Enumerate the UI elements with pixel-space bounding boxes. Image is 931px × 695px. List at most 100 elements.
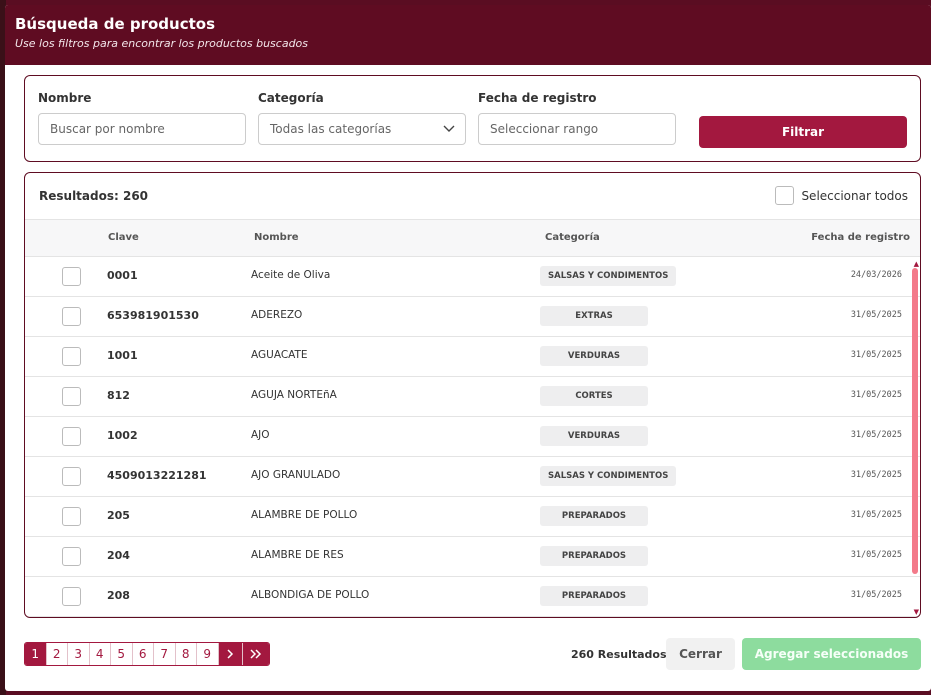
category-badge: PREPARADOS xyxy=(540,506,648,526)
cell-fecha: 31/05/2025 xyxy=(850,350,902,360)
cell-nombre: Aceite de Oliva xyxy=(251,269,331,281)
nombre-label: Nombre xyxy=(38,91,92,105)
row-checkbox[interactable] xyxy=(62,467,81,486)
double-chevron-right-icon[interactable] xyxy=(242,643,269,665)
page-button[interactable]: 5 xyxy=(111,643,133,665)
table-row[interactable]: 1001 AGUACATE VERDURAS 31/05/2025 xyxy=(25,337,920,377)
categoria-select-value: Todas las categorías xyxy=(270,122,392,136)
row-checkbox[interactable] xyxy=(62,507,81,526)
table-row[interactable]: 205 ALAMBRE DE POLLO PREPARADOS 31/05/2025 xyxy=(25,497,920,537)
page-button[interactable]: 8 xyxy=(175,643,197,665)
select-all-control[interactable]: Seleccionar todos xyxy=(775,186,908,205)
cell-fecha: 24/03/2026 xyxy=(850,270,902,280)
cell-clave: 653981901530 xyxy=(107,309,199,322)
cell-nombre: AGUJA NORTEñA xyxy=(251,389,337,401)
row-checkbox[interactable] xyxy=(62,347,81,366)
categoria-select[interactable]: Todas las categorías xyxy=(258,113,466,145)
cell-clave: 204 xyxy=(107,549,130,562)
cell-fecha: 31/05/2025 xyxy=(850,470,902,480)
cell-clave: 205 xyxy=(107,509,130,522)
row-checkbox[interactable] xyxy=(62,547,81,566)
cell-fecha: 31/05/2025 xyxy=(850,510,902,520)
row-checkbox[interactable] xyxy=(62,587,81,606)
filter-button[interactable]: Filtrar xyxy=(699,116,907,148)
table-row[interactable]: 0001 Aceite de Oliva SALSAS Y CONDIMENTOS 2… xyxy=(25,257,920,297)
cell-fecha: 31/05/2025 xyxy=(850,550,902,560)
category-badge: EXTRAS xyxy=(540,306,648,326)
table-row[interactable]: 653981901530 ADEREZO EXTRAS 31/05/2025 xyxy=(25,297,920,337)
cell-nombre: ALBONDIGA DE POLLO xyxy=(251,589,370,601)
category-badge: SALSAS Y CONDIMENTOS xyxy=(540,266,677,286)
cell-nombre: ALAMBRE DE POLLO xyxy=(251,509,358,521)
close-button[interactable]: Cerrar xyxy=(666,638,735,670)
chevron-down-icon xyxy=(443,114,455,155)
table-row[interactable]: 812 AGUJA NORTEñA CORTES 31/05/2025 xyxy=(25,377,920,417)
category-badge: VERDURAS xyxy=(540,426,648,446)
select-all-checkbox[interactable] xyxy=(775,186,795,205)
cell-fecha: 31/05/2025 xyxy=(850,590,902,600)
scrollbar[interactable]: ▲ ▼ xyxy=(910,258,920,617)
category-badge: PREPARADOS xyxy=(540,586,648,606)
cell-nombre: ALAMBRE DE RES xyxy=(251,549,344,561)
modal-subtitle: Use los filtros para encontrar los produ… xyxy=(15,37,309,50)
category-badge: CORTES xyxy=(540,386,648,406)
fecha-filter: Fecha de registro Seleccionar rango xyxy=(478,91,676,145)
cell-fecha: 31/05/2025 xyxy=(850,390,902,400)
table-row[interactable]: 208 ALBONDIGA DE POLLO PREPARADOS 31/05/202… xyxy=(25,577,920,617)
cell-nombre: AJO xyxy=(251,429,270,441)
footer-result-count: 260 Resultados xyxy=(571,648,667,661)
category-badge: SALSAS Y CONDIMENTOS xyxy=(540,466,677,486)
table-row[interactable]: 1002 AJO VERDURAS 31/05/2025 xyxy=(25,417,920,457)
nombre-input[interactable]: Buscar por nombre xyxy=(38,113,246,145)
page-button[interactable]: 7 xyxy=(154,643,176,665)
modal-header: Búsqueda de productos Use los filtros pa… xyxy=(5,5,931,65)
scroll-down-icon[interactable]: ▼ xyxy=(914,608,919,616)
add-selected-button[interactable]: Agregar seleccionados xyxy=(742,638,921,670)
column-header-fecha[interactable]: Fecha de registro xyxy=(811,232,910,243)
scroll-up-icon[interactable]: ▲ xyxy=(914,260,919,268)
cell-nombre: ADEREZO xyxy=(251,309,303,321)
row-checkbox[interactable] xyxy=(62,387,81,406)
page-button[interactable]: 1 xyxy=(25,643,47,665)
page-button[interactable]: 4 xyxy=(89,643,111,665)
cell-clave: 1001 xyxy=(107,349,138,362)
cell-nombre: AJO GRANULADO xyxy=(251,469,341,481)
modal-title: Búsqueda de productos xyxy=(15,15,215,33)
page-button[interactable]: 9 xyxy=(197,643,219,665)
select-all-label: Seleccionar todos xyxy=(801,188,908,203)
column-header-categoria[interactable]: Categoría xyxy=(545,232,600,243)
cell-clave: 812 xyxy=(107,389,130,402)
column-header-clave[interactable]: Clave xyxy=(108,232,139,243)
table-row[interactable]: 4509013221281 AJO GRANULADO SALSAS Y CONDI… xyxy=(25,457,920,497)
cell-fecha: 31/05/2025 xyxy=(850,310,902,320)
scrollbar-thumb[interactable] xyxy=(912,268,918,574)
table-header: Clave Nombre Categoría Fecha de registro xyxy=(25,220,920,257)
column-header-nombre[interactable]: Nombre xyxy=(254,232,299,243)
cell-nombre: AGUACATE xyxy=(251,349,308,361)
cell-clave: 1002 xyxy=(107,429,138,442)
cell-fecha: 31/05/2025 xyxy=(850,430,902,440)
category-badge: VERDURAS xyxy=(540,346,648,366)
table-row[interactable]: 204 ALAMBRE DE RES PREPARADOS 31/05/2025 xyxy=(25,537,920,577)
nombre-filter: Nombre Buscar por nombre xyxy=(38,91,246,145)
fecha-label: Fecha de registro xyxy=(478,91,597,105)
categoria-filter: Categoría Todas las categorías xyxy=(258,91,466,145)
results-count: Resultados: 260 xyxy=(39,189,149,203)
results-toolbar: Resultados: 260 Seleccionar todos xyxy=(25,173,920,220)
row-checkbox[interactable] xyxy=(62,307,81,326)
page-button[interactable]: 3 xyxy=(68,643,90,665)
category-badge: PREPARADOS xyxy=(540,546,648,566)
results-panel: Resultados: 260 Seleccionar todos Clave … xyxy=(24,172,921,618)
row-checkbox[interactable] xyxy=(62,427,81,446)
cell-clave: 4509013221281 xyxy=(107,469,207,482)
page-button[interactable]: 2 xyxy=(46,643,68,665)
chevron-right-icon[interactable] xyxy=(218,643,243,665)
row-checkbox[interactable] xyxy=(62,267,81,286)
cell-clave: 208 xyxy=(107,589,130,602)
page-button[interactable]: 6 xyxy=(132,643,154,665)
categoria-label: Categoría xyxy=(258,91,324,105)
cell-clave: 0001 xyxy=(107,269,138,282)
fecha-range-input[interactable]: Seleccionar rango xyxy=(478,113,676,145)
product-search-modal: Búsqueda de productos Use los filtros pa… xyxy=(5,5,931,691)
filter-panel: Nombre Buscar por nombre Categoría Todas… xyxy=(24,75,921,162)
